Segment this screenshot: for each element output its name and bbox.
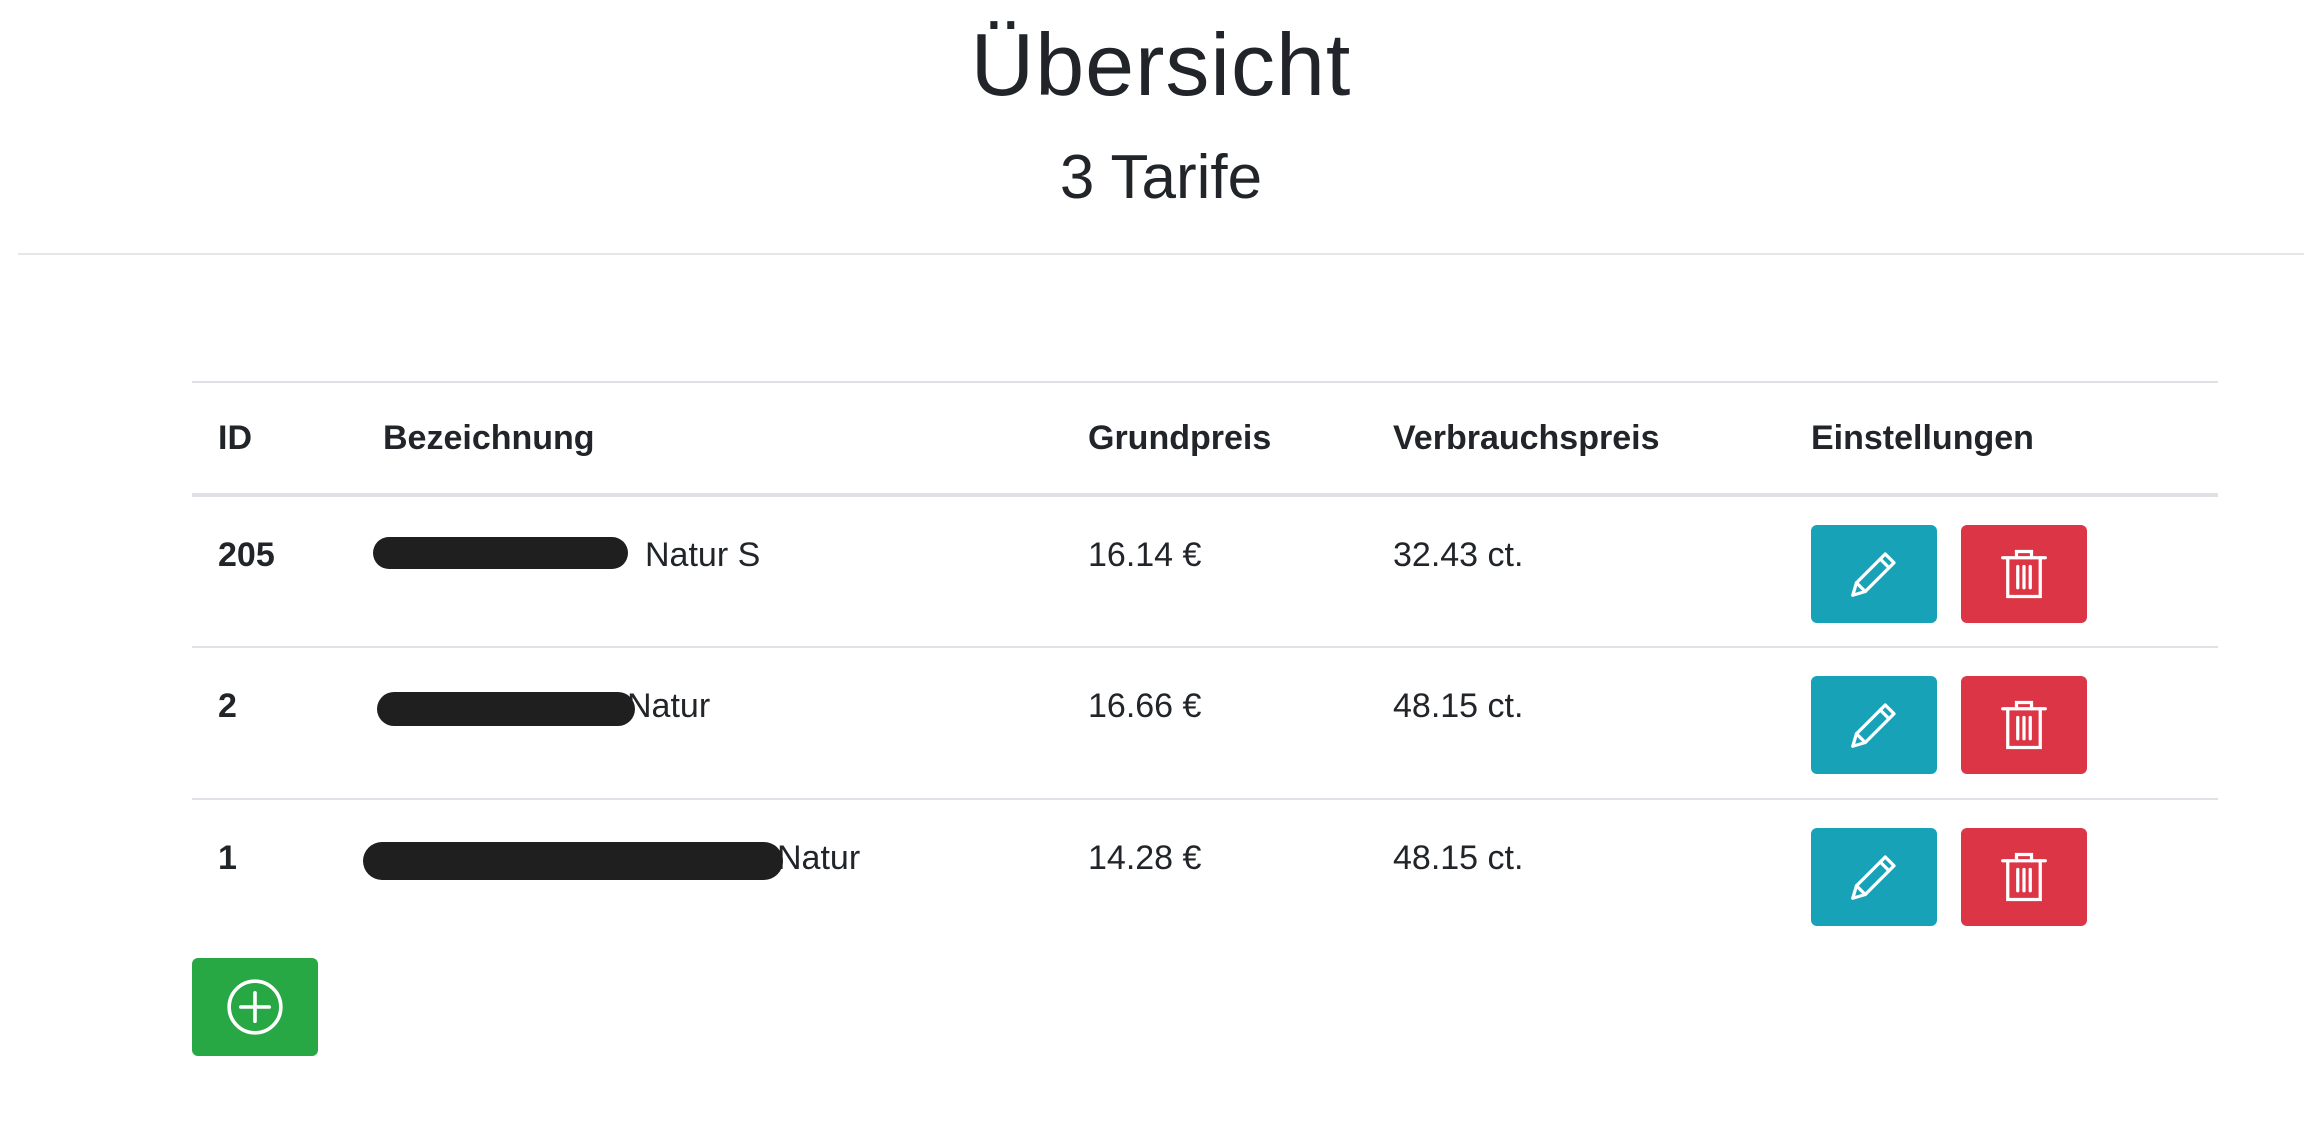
- tariff-name: Natur: [777, 839, 861, 877]
- table-header-row: ID Bezeichnung Grundpreis Verbrauchsprei…: [192, 381, 2218, 497]
- page-subtitle: 3 Tarife: [1059, 143, 1263, 212]
- pencil-icon: [1844, 847, 1904, 907]
- tariff-table-container: ID Bezeichnung Grundpreis Verbrauchsprei…: [192, 381, 2218, 951]
- delete-button[interactable]: [1961, 525, 2087, 623]
- verbrauchspreis-value: 48.15 ct.: [1393, 839, 1524, 877]
- column-header-bezeichnung: Bezeichnung: [357, 381, 1062, 497]
- plus-circle-icon: [224, 976, 286, 1038]
- tariff-table: ID Bezeichnung Grundpreis Verbrauchsprei…: [192, 381, 2218, 951]
- table-row: 1 Natur 14.28 € 48.15 ct.: [192, 799, 2218, 951]
- page-title: Übersicht: [970, 15, 1352, 114]
- column-header-grundpreis: Grundpreis: [1062, 381, 1367, 497]
- delete-button[interactable]: [1961, 676, 2087, 774]
- pencil-icon: [1844, 695, 1904, 755]
- tariff-name: Natur S: [645, 536, 761, 574]
- tariff-id: 1: [218, 839, 237, 877]
- name-cell: Natur: [357, 647, 1062, 800]
- redacted-name: Natur: [363, 838, 861, 880]
- table-row: 205 Natur S 16.14 € 32.43 ct.: [192, 495, 2218, 648]
- column-header-verbrauchspreis: Verbrauchspreis: [1367, 381, 1785, 497]
- verbrauchspreis-cell: 48.15 ct.: [1367, 647, 1785, 800]
- row-actions: [1811, 800, 2218, 926]
- id-cell: 205: [192, 495, 357, 648]
- grundpreis-value: 16.66 €: [1088, 687, 1202, 725]
- page-header: Übersicht 3 Tarife: [18, 0, 2304, 255]
- verbrauchspreis-value: 32.43 ct.: [1393, 536, 1524, 574]
- edit-button[interactable]: [1811, 828, 1937, 926]
- verbrauchspreis-cell: 32.43 ct.: [1367, 495, 1785, 648]
- redaction-mark: [377, 692, 635, 726]
- add-tariff-button[interactable]: [192, 958, 318, 1056]
- settings-cell: [1785, 647, 2218, 800]
- grundpreis-cell: 16.14 €: [1062, 495, 1367, 648]
- redacted-name: Natur S: [373, 535, 761, 575]
- redaction-mark: [363, 842, 783, 880]
- tariff-name: Natur: [627, 687, 711, 725]
- trash-icon: [1994, 847, 2054, 907]
- tariff-id: 205: [218, 536, 275, 574]
- grundpreis-value: 14.28 €: [1088, 839, 1202, 877]
- row-actions: [1811, 497, 2218, 623]
- grundpreis-value: 16.14 €: [1088, 536, 1202, 574]
- settings-cell: [1785, 799, 2218, 951]
- edit-button[interactable]: [1811, 676, 1937, 774]
- settings-cell: [1785, 495, 2218, 648]
- grundpreis-cell: 16.66 €: [1062, 647, 1367, 800]
- verbrauchspreis-value: 48.15 ct.: [1393, 687, 1524, 725]
- redacted-name: Natur: [377, 686, 711, 726]
- table-row: 2 Natur 16.66 € 48.15 ct.: [192, 647, 2218, 800]
- tariff-id: 2: [218, 687, 237, 725]
- column-header-id: ID: [192, 381, 357, 497]
- id-cell: 1: [192, 799, 357, 951]
- pencil-icon: [1844, 544, 1904, 604]
- name-cell: Natur S: [357, 495, 1062, 648]
- verbrauchspreis-cell: 48.15 ct.: [1367, 799, 1785, 951]
- id-cell: 2: [192, 647, 357, 800]
- column-header-einstellungen: Einstellungen: [1785, 381, 2218, 497]
- trash-icon: [1994, 695, 2054, 755]
- name-cell: Natur: [357, 799, 1062, 951]
- delete-button[interactable]: [1961, 828, 2087, 926]
- trash-icon: [1994, 544, 2054, 604]
- redaction-mark: [373, 537, 628, 569]
- edit-button[interactable]: [1811, 525, 1937, 623]
- row-actions: [1811, 648, 2218, 774]
- grundpreis-cell: 14.28 €: [1062, 799, 1367, 951]
